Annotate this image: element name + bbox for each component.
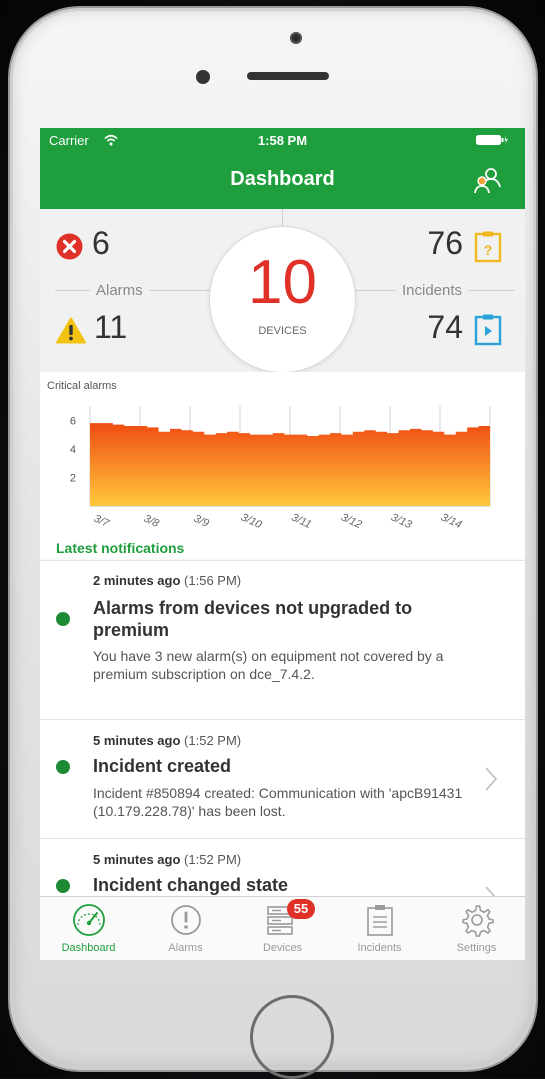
y-tick-label: 4 (70, 444, 76, 456)
alert-circle-icon (171, 905, 201, 935)
tab-settings[interactable]: Settings (428, 897, 525, 960)
tab-dashboard[interactable]: Dashboard (40, 897, 137, 960)
app-screen: Carrier 1:58 PM Dashboard Alarms Inciden… (40, 128, 525, 960)
users-icon[interactable] (471, 165, 505, 195)
tab-label: Devices (262, 942, 303, 954)
x-tick-label: 3/13 (389, 511, 414, 531)
proximity-sensor (196, 70, 210, 84)
x-tick-label: 3/9 (192, 513, 211, 530)
notification-item[interactable]: 5 minutes ago (1:52 PM) Incident changed… (40, 839, 525, 903)
incident-in-progress-icon[interactable] (474, 313, 502, 346)
y-tick-label: 2 (70, 472, 76, 484)
notification-item[interactable]: 2 minutes ago (1:56 PM) Alarms from devi… (40, 561, 525, 720)
tab-alarms[interactable]: Alarms (137, 897, 234, 960)
x-tick-label: 3/11 (289, 511, 313, 531)
chart-canvas: 6 4 2 3/7 3/8 3/9 3/10 3/11 3/12 3/13 3/14 (70, 406, 491, 532)
tab-label: Dashboard (61, 942, 116, 954)
warning-alarm-icon[interactable] (56, 317, 86, 344)
tab-bar: Dashboard Alarms 55 Devices Incidents Se… (40, 896, 525, 960)
incidents-open-count[interactable]: 76 (427, 225, 463, 262)
status-dot (56, 879, 70, 893)
status-time: 1:58 PM (257, 133, 308, 148)
status-dot (56, 612, 70, 626)
battery-icon (476, 135, 508, 145)
incident-open-icon[interactable]: ? (474, 230, 502, 263)
devices-badge: 55 (287, 899, 315, 919)
svg-text:?: ? (484, 242, 493, 258)
devices-label: DEVICES (258, 325, 307, 337)
tab-incidents[interactable]: Incidents (331, 897, 428, 960)
tab-label: Alarms (168, 942, 203, 954)
home-button[interactable] (250, 995, 334, 1079)
incidents-label: Incidents (396, 282, 469, 299)
notification-item[interactable]: 5 minutes ago (1:52 PM) Incident created… (40, 720, 525, 839)
x-tick-label: 3/10 (239, 511, 264, 531)
x-tick-label: 3/12 (339, 511, 363, 531)
x-tick-label: 3/14 (439, 511, 463, 531)
incidents-in-progress-count[interactable]: 74 (427, 309, 463, 346)
status-dot (56, 760, 70, 774)
notification-body: Incident #850894 created: Communication … (93, 785, 463, 819)
notifications-list: 2 minutes ago (1:56 PM) Alarms from devi… (40, 560, 525, 903)
devices-summary[interactable]: 10 DEVICES (210, 227, 355, 372)
critical-alarms-count[interactable]: 6 (92, 225, 110, 262)
critical-alarms-chart: 6 4 2 3/7 3/8 3/9 3/10 3/11 3/12 3/13 3/14 Critica… (40, 372, 525, 558)
alarms-label: Alarms (90, 282, 149, 299)
notification-title: Incident changed state (93, 875, 289, 895)
x-tick-label: 3/8 (142, 513, 162, 531)
tab-devices[interactable]: 55 Devices (234, 897, 331, 960)
critical-alarm-icon[interactable] (56, 233, 83, 260)
page-title: Dashboard (230, 168, 335, 190)
earpiece-speaker (247, 72, 329, 80)
notification-time: 5 minutes ago (1:52 PM) (93, 733, 242, 748)
front-camera (290, 32, 302, 44)
latest-notifications-title: Latest notifications (56, 540, 185, 556)
x-tick-label: 3/7 (92, 513, 112, 531)
tab-label: Incidents (357, 942, 402, 954)
tab-label: Settings (456, 942, 497, 954)
devices-count: 10 (248, 248, 317, 317)
notification-time: 5 minutes ago (1:52 PM) (93, 852, 242, 867)
chart-title: Critical alarms (47, 380, 117, 392)
notification-time: 2 minutes ago (1:56 PM) (93, 573, 242, 588)
y-tick-label: 6 (70, 415, 76, 427)
notification-title: Alarms from devices not upgraded to prem… (93, 598, 413, 640)
clipboard-icon (367, 905, 393, 936)
warning-alarms-count[interactable]: 11 (94, 309, 127, 346)
notification-body: You have 3 new alarm(s) on equipment not… (93, 648, 444, 682)
notification-title: Incident created (93, 756, 232, 776)
chevron-right-icon (485, 767, 498, 791)
gauge-icon (73, 904, 105, 936)
gear-icon (462, 905, 494, 937)
navigation-bar: Carrier 1:58 PM Dashboard (40, 128, 525, 209)
summary-panel: Alarms Incidents 6 11 76 ? 74 10 DEVICES (40, 209, 525, 373)
